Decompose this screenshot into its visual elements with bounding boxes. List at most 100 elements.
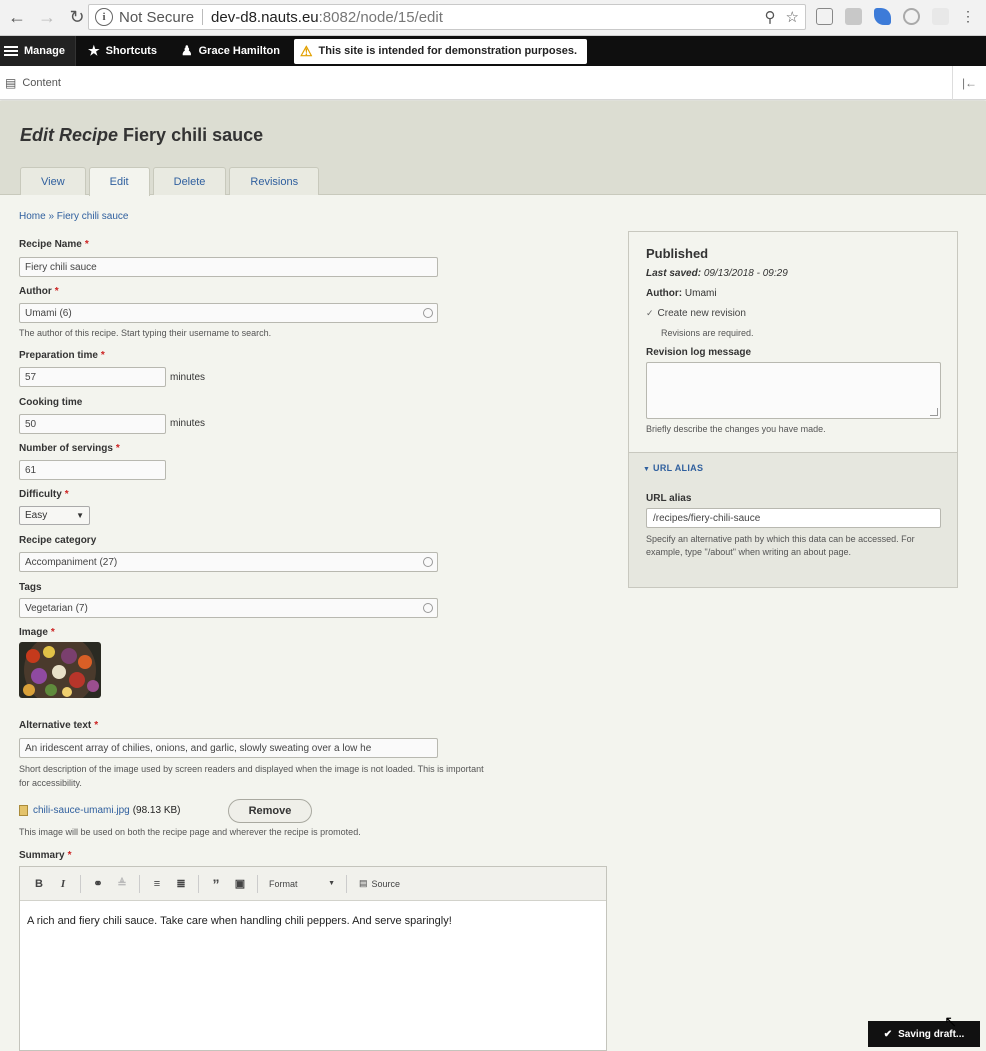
autocomplete-icon: [423, 603, 433, 613]
extension-icons: ⋮: [816, 8, 975, 25]
cook-time-unit: minutes: [170, 418, 206, 429]
summary-label: Summary *: [19, 850, 72, 861]
toolbar-separator: [139, 874, 140, 893]
source-button[interactable]: ▤ Source: [353, 878, 406, 889]
back-arrow-icon[interactable]: ←: [4, 5, 30, 31]
dropdown-arrow-icon: ▼: [76, 511, 84, 520]
author-description: The author of this recipe. Start typing …: [19, 328, 272, 338]
bookmark-star-icon[interactable]: ☆: [786, 8, 799, 26]
page-header: Edit Recipe Fiery chili sauce View Edit …: [0, 101, 986, 196]
numbered-list-icon[interactable]: ≣: [170, 873, 192, 895]
remove-image-button[interactable]: Remove: [228, 799, 312, 823]
image-icon[interactable]: ▣: [229, 873, 251, 895]
difficulty-select[interactable]: Easy ▼: [19, 506, 90, 525]
bold-icon[interactable]: B: [28, 873, 50, 895]
toolbar-separator: [198, 874, 199, 893]
tags-label: Tags: [19, 582, 42, 593]
prep-time-input[interactable]: 57: [19, 367, 166, 387]
revision-log-textarea[interactable]: [646, 362, 941, 419]
toolbar-separator: [346, 874, 347, 893]
shortcuts-label: Shortcuts: [105, 45, 157, 57]
servings-label: Number of servings *: [19, 443, 120, 454]
warning-icon: ⚠: [299, 42, 313, 59]
category-label: Recipe category: [19, 535, 97, 546]
extension-bookmark-icon[interactable]: [816, 8, 833, 25]
url-path: :8082/node/15/edit: [318, 8, 443, 26]
extension-feather-icon[interactable]: [874, 8, 891, 25]
forward-arrow-icon[interactable]: →: [34, 5, 60, 31]
manage-label: Manage: [24, 45, 65, 57]
blockquote-icon[interactable]: ”: [205, 873, 227, 895]
security-label: Not Secure: [119, 8, 195, 26]
demo-warning-badge: ⚠ This site is intended for demonstratio…: [293, 38, 588, 64]
content-icon: ▤: [5, 75, 17, 90]
dropdown-arrow-icon: ▼: [328, 880, 335, 887]
zoom-icon[interactable]: ⚲: [765, 8, 776, 26]
url-alias-section: ▼ URL ALIAS URL alias /recipes/fiery-chi…: [629, 452, 957, 587]
alt-text-input[interactable]: An iridescent array of chilies, onions, …: [19, 738, 438, 758]
autocomplete-icon: [423, 308, 433, 318]
extension-circle-icon[interactable]: [903, 8, 920, 25]
summary-editor-body[interactable]: A rich and fiery chili sauce. Take care …: [20, 901, 606, 941]
alt-text-description: Short description of the image used by s…: [19, 764, 484, 789]
mouse-cursor-icon: ↖: [944, 1014, 958, 1031]
servings-input[interactable]: 61: [19, 460, 166, 480]
recipe-name-input[interactable]: Fiery chili sauce: [19, 257, 438, 277]
extension-share-icon[interactable]: [845, 8, 862, 25]
publishing-info: Published Last saved: 09/13/2018 - 09:29…: [629, 232, 957, 452]
format-select[interactable]: Format ▼: [264, 874, 340, 894]
tray-orientation-toggle-icon[interactable]: |←: [952, 66, 986, 100]
tab-edit[interactable]: Edit: [88, 167, 150, 196]
page-title: Edit Recipe Fiery chili sauce: [20, 125, 263, 146]
link-icon[interactable]: ⚭: [87, 873, 109, 895]
cook-time-input[interactable]: 50: [19, 414, 166, 434]
page-title-prefix: Edit Recipe: [20, 125, 119, 145]
star-icon: ★: [87, 43, 100, 58]
hamburger-icon: [4, 44, 18, 58]
create-revision-checkbox[interactable]: ✓ Create new revision: [646, 308, 746, 319]
browser-menu-icon[interactable]: ⋮: [961, 8, 975, 25]
url-alias-input[interactable]: /recipes/fiery-chili-sauce: [646, 508, 941, 528]
category-input[interactable]: Accompaniment (27): [19, 552, 438, 572]
shortcuts-button[interactable]: ★ Shortcuts: [76, 43, 169, 59]
source-icon: ▤: [359, 878, 368, 888]
tray-content-link[interactable]: Content: [22, 77, 61, 89]
editor-toolbar: B I ⚭ ≜ ≡ ≣ ” ▣ Format ▼ ▤ Source: [20, 867, 606, 901]
tab-delete[interactable]: Delete: [152, 167, 227, 195]
italic-icon[interactable]: I: [52, 873, 74, 895]
prep-time-label: Preparation time *: [19, 350, 105, 361]
cook-time-label: Cooking time: [19, 397, 83, 408]
file-description: This image will be used on both the reci…: [19, 827, 361, 837]
url-alias-toggle[interactable]: ▼ URL ALIAS: [643, 463, 703, 473]
author-info: Author: Umami: [646, 288, 717, 299]
publish-status: Published: [646, 246, 709, 261]
author-input[interactable]: Umami (6): [19, 303, 438, 323]
revision-log-description: Briefly describe the changes you have ma…: [646, 424, 826, 434]
reload-icon[interactable]: ↻: [64, 5, 90, 31]
extension-blank-icon[interactable]: [932, 8, 949, 25]
user-label: Grace Hamilton: [198, 45, 280, 57]
user-button[interactable]: ♟ Grace Hamilton: [169, 43, 292, 59]
toolbar-separator: [80, 874, 81, 893]
info-icon[interactable]: i: [95, 8, 113, 26]
breadcrumb[interactable]: Home » Fiery chili sauce: [19, 211, 128, 222]
manage-menu-button[interactable]: Manage: [0, 36, 76, 66]
warning-text: This site is intended for demonstration …: [318, 45, 578, 57]
url-alias-label: URL alias: [646, 493, 692, 504]
file-row: chili-sauce-umami.jpg (98.13 KB): [19, 805, 181, 816]
tab-revisions[interactable]: Revisions: [229, 167, 320, 195]
bulleted-list-icon[interactable]: ≡: [146, 873, 168, 895]
tags-input[interactable]: Vegetarian (7): [19, 598, 438, 618]
file-link[interactable]: chili-sauce-umami.jpg: [33, 805, 130, 816]
checkmark-icon: ✓: [646, 308, 654, 318]
tab-view[interactable]: View: [20, 167, 86, 195]
autocomplete-icon: [423, 557, 433, 567]
entity-meta-sidebar: Published Last saved: 09/13/2018 - 09:29…: [628, 231, 958, 588]
url-separator: [202, 9, 204, 25]
address-bar[interactable]: i Not Secure dev-d8.nauts.eu:8082/node/1…: [88, 4, 806, 30]
unlink-icon[interactable]: ≜: [111, 873, 133, 895]
image-label: Image *: [19, 627, 55, 638]
url-host: dev-d8.nauts.eu: [211, 8, 319, 26]
resize-grip-icon[interactable]: [930, 408, 938, 416]
file-icon: [19, 805, 28, 816]
